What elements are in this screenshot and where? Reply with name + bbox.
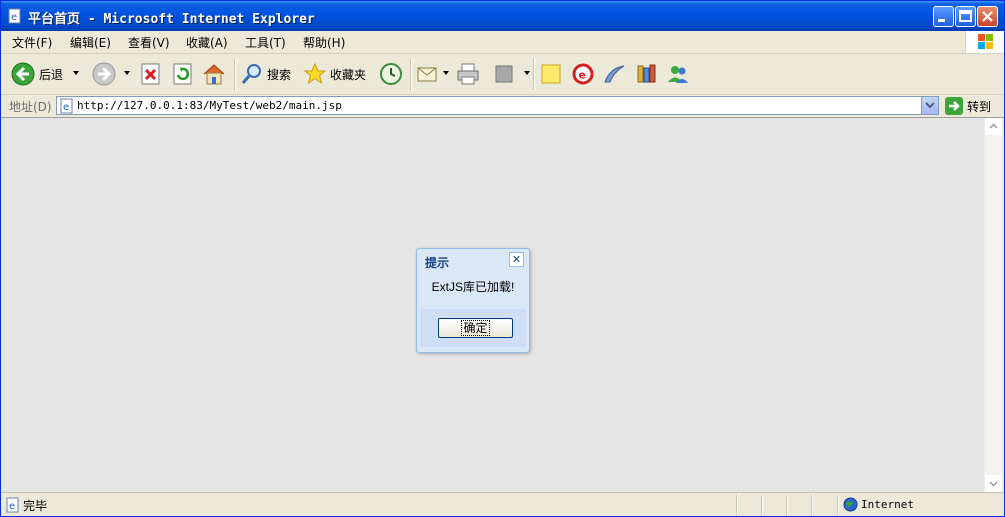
minimize-icon xyxy=(938,19,945,22)
ie-page-icon: e xyxy=(8,8,21,24)
back-button-label[interactable]: 后退 xyxy=(39,66,63,83)
menu-help[interactable]: 帮助(H) xyxy=(303,34,345,51)
messenger-icon[interactable] xyxy=(666,62,690,86)
address-bar: 地址(D) e http://127.0.0.1:83/MyTest/web2/… xyxy=(1,95,1004,118)
dialog-message: ExtJS库已加载! xyxy=(431,280,515,294)
note-icon[interactable] xyxy=(539,62,563,86)
toolbar-separator xyxy=(234,58,236,90)
chevron-down-icon xyxy=(989,481,998,487)
edit-dropdown-icon[interactable] xyxy=(524,71,530,75)
forward-dropdown-icon[interactable] xyxy=(124,71,130,75)
favorites-star-icon[interactable] xyxy=(303,62,327,86)
svg-text:e: e xyxy=(63,102,69,113)
address-input[interactable]: e http://127.0.0.1:83/MyTest/web2/main.j… xyxy=(56,96,939,115)
menu-favorites[interactable]: 收藏(A) xyxy=(186,34,228,51)
research-icon[interactable]: e xyxy=(571,62,595,86)
address-dropdown-button[interactable] xyxy=(921,97,938,114)
bookmarks-icon[interactable] xyxy=(634,62,658,86)
window-title: 平台首页 - Microsoft Internet Explorer xyxy=(28,12,315,27)
toolbar-separator xyxy=(533,58,535,90)
search-icon[interactable] xyxy=(240,62,264,86)
scroll-up-button[interactable] xyxy=(985,118,1002,135)
svg-text:e: e xyxy=(9,501,15,512)
security-zone: Internet xyxy=(861,498,914,511)
refresh-icon[interactable] xyxy=(171,62,195,86)
close-icon xyxy=(982,11,993,22)
browser-window: e 平台首页 - Microsoft Internet Explorer 文件(… xyxy=(0,0,1005,517)
ok-button-label: 确定 xyxy=(461,320,490,336)
status-text: 完毕 xyxy=(23,499,48,513)
status-divider xyxy=(786,495,788,515)
dialog-title: 提示 xyxy=(425,256,450,270)
menu-view[interactable]: 查看(V) xyxy=(128,34,170,51)
favorites-button-label[interactable]: 收藏夹 xyxy=(330,66,366,83)
menu-edit[interactable]: 编辑(E) xyxy=(70,34,111,51)
status-divider xyxy=(811,495,813,515)
page-icon: e xyxy=(6,497,19,513)
address-url[interactable]: http://127.0.0.1:83/MyTest/web2/main.jsp xyxy=(77,99,342,112)
status-divider xyxy=(761,495,763,515)
chevron-down-icon xyxy=(925,102,935,109)
title-bar[interactable]: e 平台首页 - Microsoft Internet Explorer xyxy=(1,1,1004,31)
back-icon[interactable] xyxy=(11,62,35,86)
stop-icon[interactable] xyxy=(139,62,163,86)
svg-text:e: e xyxy=(11,12,17,23)
search-button-label[interactable]: 搜索 xyxy=(267,66,291,83)
go-button[interactable]: 转到 xyxy=(944,96,1004,116)
close-icon: ✕ xyxy=(511,253,522,266)
messenger-swoosh-icon[interactable] xyxy=(602,62,626,86)
maximize-button[interactable] xyxy=(955,6,976,27)
page-icon: e xyxy=(60,98,73,114)
menu-tools[interactable]: 工具(T) xyxy=(245,34,286,51)
mail-icon[interactable] xyxy=(416,62,440,86)
home-icon[interactable] xyxy=(202,62,226,86)
close-button[interactable] xyxy=(977,6,998,27)
vertical-scrollbar[interactable] xyxy=(984,118,1002,492)
standard-toolbar: 后退 搜索 收藏夹 e xyxy=(1,54,1004,95)
status-divider xyxy=(736,495,738,515)
dialog-footer: 确定 xyxy=(420,309,526,347)
windows-flag-icon xyxy=(978,34,993,49)
mail-dropdown-icon[interactable] xyxy=(443,71,449,75)
minimize-button[interactable] xyxy=(933,6,954,27)
dialog-close-button[interactable]: ✕ xyxy=(509,252,524,267)
forward-icon[interactable] xyxy=(92,62,116,86)
alert-dialog: 提示 ✕ ExtJS库已加载! 确定 xyxy=(416,248,530,353)
print-icon[interactable] xyxy=(456,62,480,86)
back-dropdown-icon[interactable] xyxy=(73,71,79,75)
globe-icon xyxy=(843,497,858,512)
chevron-up-icon xyxy=(989,123,998,129)
scroll-down-button[interactable] xyxy=(985,475,1002,492)
menu-file[interactable]: 文件(F) xyxy=(12,34,52,51)
status-divider xyxy=(837,495,839,515)
toolbar-separator xyxy=(410,58,412,90)
page-content: 提示 ✕ ExtJS库已加载! 确定 xyxy=(1,118,984,492)
go-arrow-icon xyxy=(945,97,963,115)
status-bar: e 完毕 Internet xyxy=(1,492,1004,516)
windows-logo xyxy=(965,31,1004,53)
edit-icon[interactable] xyxy=(492,62,516,86)
go-label[interactable]: 转到 xyxy=(967,98,991,115)
ok-button[interactable]: 确定 xyxy=(438,318,513,338)
address-label: 地址(D) xyxy=(9,100,52,114)
history-icon[interactable] xyxy=(379,62,403,86)
menu-bar: 文件(F) 编辑(E) 查看(V) 收藏(A) 工具(T) 帮助(H) xyxy=(1,31,1004,54)
maximize-icon xyxy=(959,10,972,22)
svg-text:e: e xyxy=(579,69,586,82)
